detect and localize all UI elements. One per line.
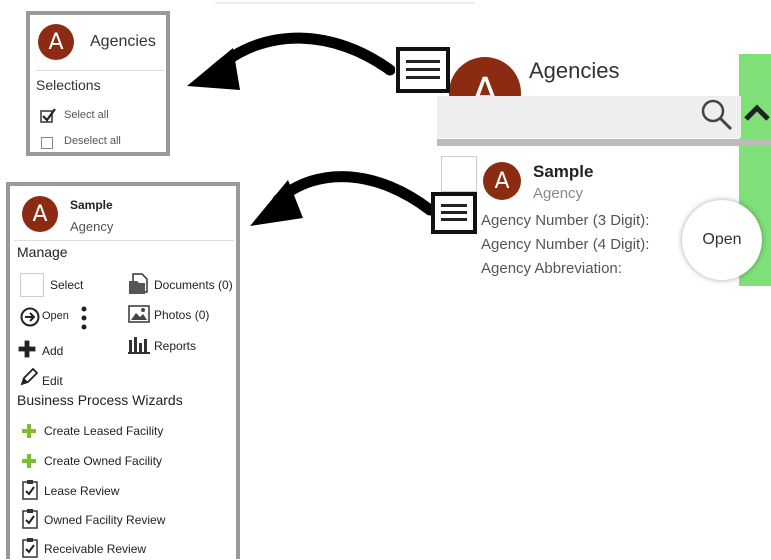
wizard-label: Create Owned Facility — [44, 454, 163, 468]
item-context-menu: A Sample Agency Manage Select Documents … — [6, 182, 240, 559]
deselect-all-option[interactable]: Deselect all — [40, 133, 150, 151]
wizard-label: Receivable Review — [44, 542, 147, 556]
documents-label: Documents (0) — [154, 278, 233, 292]
arrow-icon — [187, 32, 395, 90]
avatar-letter: A — [48, 29, 64, 55]
menu-icon[interactable] — [431, 192, 477, 234]
add-label: Add — [42, 344, 64, 358]
field-label: Agency Number (4 Digit): — [481, 236, 650, 253]
clipboard-icon — [22, 509, 38, 529]
reports-label: Reports — [154, 339, 197, 353]
search-bar[interactable] — [437, 96, 741, 138]
field-label: Agency Number (3 Digit): — [481, 212, 650, 229]
manage-title: Manage — [17, 244, 68, 260]
wizard-owned-facility-review[interactable]: Owned Facility Review — [22, 509, 232, 531]
avatar-letter: A — [32, 201, 48, 227]
checkbox — [20, 273, 44, 297]
add-action[interactable]: Add — [18, 338, 120, 360]
open-button-label: Open — [702, 231, 742, 248]
edit-label: Edit — [42, 374, 63, 388]
wizard-create-owned-facility[interactable]: Create Owned Facility — [22, 452, 232, 472]
select-all-option[interactable]: Select all — [40, 107, 150, 125]
divider — [437, 139, 771, 146]
search-icon[interactable] — [699, 97, 735, 133]
menu-title: Agencies — [90, 33, 156, 50]
documents-icon — [129, 273, 148, 294]
photos-icon — [128, 305, 150, 323]
open-action[interactable]: Open — [20, 305, 120, 329]
clipboard-icon — [22, 480, 38, 500]
select-all-label: Select all — [64, 109, 109, 121]
field-label: Agency Abbreviation: — [481, 260, 622, 277]
divider — [14, 240, 234, 241]
section-title: Selections — [36, 77, 101, 93]
kebab-icon[interactable] — [80, 305, 88, 331]
arrow-circle-icon — [20, 307, 40, 327]
cropped-heading-fragment — [215, 0, 475, 4]
arrow-icon — [250, 171, 436, 226]
plus-icon — [22, 424, 36, 438]
pencil-icon — [20, 368, 38, 386]
open-button[interactable]: Open — [682, 200, 762, 280]
wizard-label: Create Leased Facility — [44, 424, 164, 438]
avatar-letter: A — [494, 168, 510, 194]
edit-action[interactable]: Edit — [20, 368, 120, 390]
photos-label: Photos (0) — [154, 308, 210, 322]
wizard-lease-review[interactable]: Lease Review — [22, 480, 232, 502]
checkbox — [41, 137, 53, 149]
item-select-checkbox[interactable] — [441, 156, 477, 192]
menu-icon[interactable] — [396, 47, 450, 93]
page-title: Agencies — [529, 58, 620, 83]
item-avatar: A — [483, 162, 521, 200]
open-label: Open — [42, 310, 69, 322]
agencies-selection-menu: A Agencies Selections Select all Deselec… — [26, 11, 170, 156]
item-subtitle: Agency — [533, 185, 584, 202]
wizards-title: Business Process Wizards — [17, 392, 183, 408]
plus-icon — [22, 454, 36, 468]
wizard-create-leased-facility[interactable]: Create Leased Facility — [22, 422, 232, 442]
chevron-up-icon[interactable] — [743, 102, 771, 124]
reports-action[interactable]: Reports — [128, 336, 238, 358]
avatar: A — [22, 196, 58, 232]
divider — [36, 70, 164, 71]
deselect-all-label: Deselect all — [64, 135, 121, 147]
item-name: Sample — [70, 198, 113, 212]
select-label: Select — [50, 278, 84, 292]
select-action[interactable]: Select — [20, 273, 120, 297]
photos-action[interactable]: Photos (0) — [128, 305, 238, 329]
avatar: A — [38, 24, 74, 60]
reports-icon — [128, 337, 150, 354]
checkbox-checked-icon — [40, 108, 56, 123]
plus-icon — [18, 340, 36, 358]
wizard-label: Owned Facility Review — [44, 513, 166, 527]
item-name: Sample — [533, 162, 594, 181]
documents-action[interactable]: Documents (0) — [128, 273, 238, 297]
agencies-list-screenshot: A Agencies A Sample Agency Agency Number… — [437, 40, 771, 290]
item-subtitle: Agency — [70, 219, 114, 234]
wizard-receivable-review[interactable]: Receivable Review — [22, 538, 232, 560]
clipboard-icon — [22, 538, 38, 558]
wizard-label: Lease Review — [44, 484, 120, 498]
